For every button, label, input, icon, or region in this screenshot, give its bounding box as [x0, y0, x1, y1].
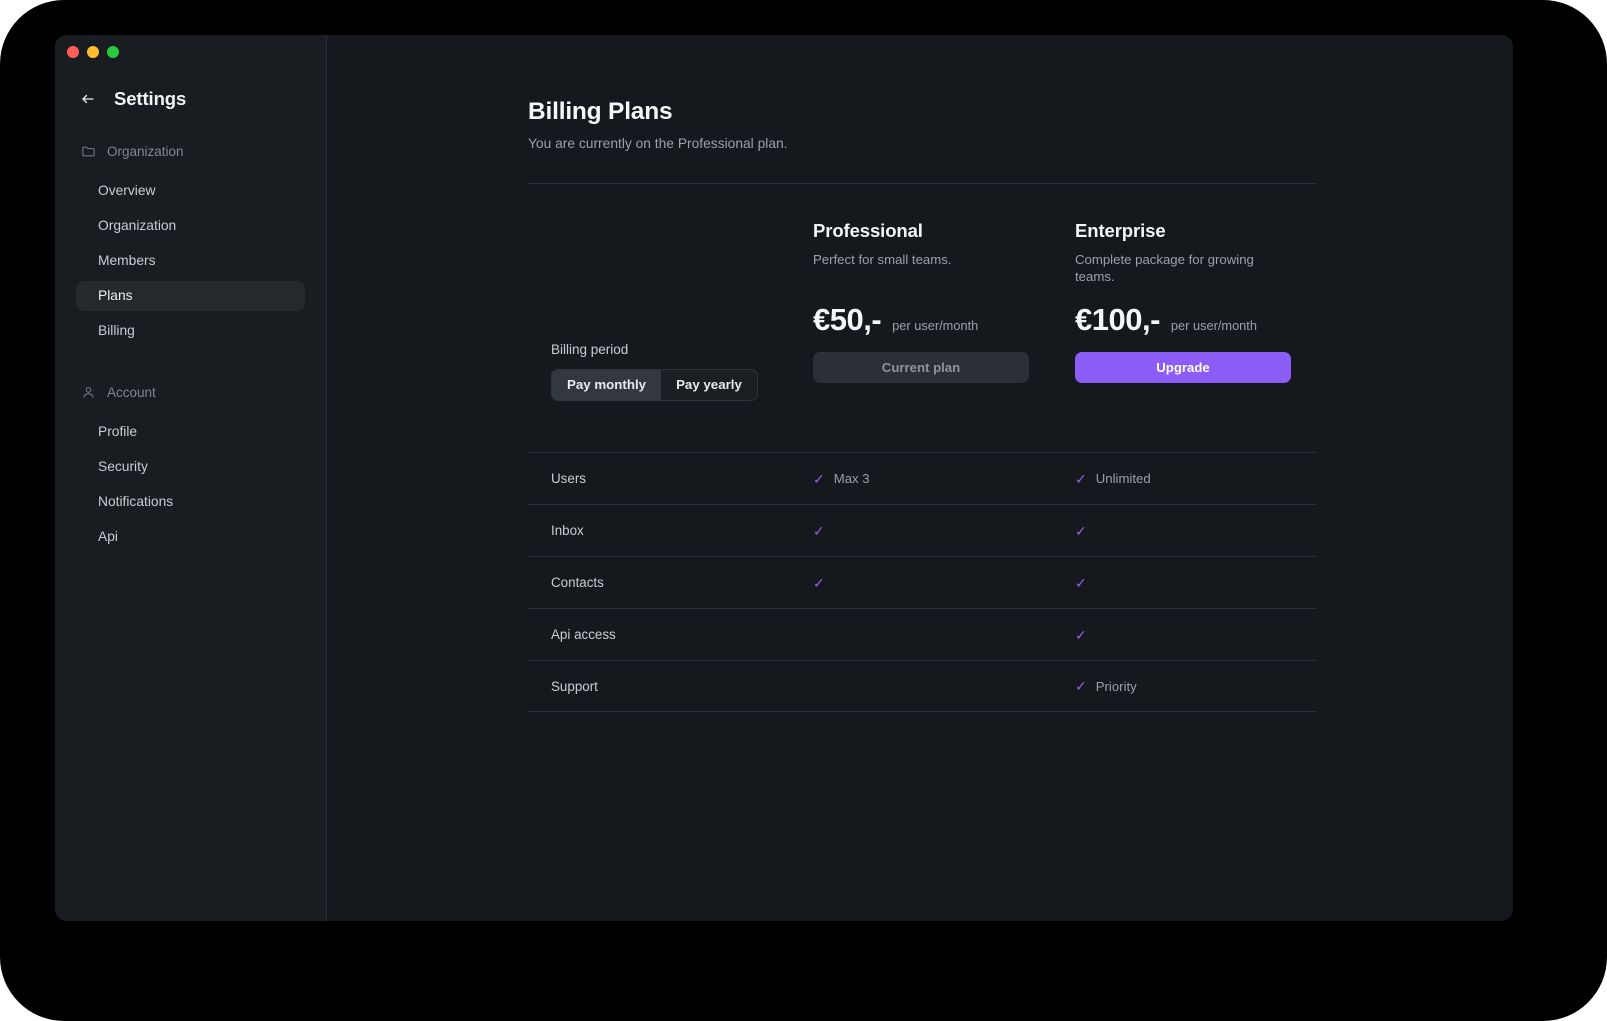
arrow-left-icon[interactable]	[80, 91, 96, 107]
sidebar-item-members[interactable]: Members	[76, 246, 305, 276]
page-title: Billing Plans	[528, 98, 1316, 126]
check-icon: ✓	[1075, 576, 1087, 590]
billing-period-label: Billing period	[528, 342, 813, 357]
plan-price-period: per user/month	[1171, 318, 1257, 333]
nav-group-label: Account	[107, 385, 156, 400]
feature-cell-professional: ✓	[813, 628, 1075, 642]
billing-period-segmented: Pay monthly Pay yearly	[551, 369, 758, 401]
feature-cell-enterprise: ✓	[1075, 576, 1316, 590]
nav-group-header-account: Account	[55, 381, 326, 403]
app-window: Settings Organization Overview Organizat…	[55, 35, 1513, 921]
page-subtitle: You are currently on the Professional pl…	[528, 136, 1316, 151]
plan-description: Perfect for small teams.	[813, 252, 1009, 269]
feature-cell-professional: ✓ Max 3	[813, 471, 1075, 486]
check-icon: ✓	[1075, 472, 1087, 486]
feature-comparison-table: Users ✓ Max 3 ✓ Unlimited Inbox	[528, 452, 1316, 712]
plan-comparison-header: Billing period Pay monthly Pay yearly Pr…	[528, 220, 1316, 436]
billing-plans-page: Billing Plans You are currently on the P…	[528, 98, 1316, 712]
feature-cell-enterprise: ✓ Priority	[1075, 679, 1316, 694]
plan-price: €100,-	[1075, 302, 1160, 338]
sidebar-item-profile[interactable]: Profile	[76, 417, 305, 447]
sidebar-item-security[interactable]: Security	[76, 452, 305, 482]
plan-price-period: per user/month	[892, 318, 978, 333]
settings-title: Settings	[114, 88, 186, 110]
table-row: Users ✓ Max 3 ✓ Unlimited	[528, 452, 1316, 504]
sidebar-item-api[interactable]: Api	[76, 522, 305, 552]
nav-group-header-organization: Organization	[55, 140, 326, 162]
maximize-window-button[interactable]	[107, 46, 119, 58]
feature-name: Api access	[528, 627, 813, 642]
table-row: Support ✓ ✓ Priority	[528, 660, 1316, 712]
feature-value: Unlimited	[1096, 471, 1151, 486]
header-divider	[528, 183, 1316, 184]
pay-monthly-button[interactable]: Pay monthly	[552, 370, 661, 400]
feature-cell-enterprise: ✓ Unlimited	[1075, 471, 1316, 486]
plan-description: Complete package for growing teams.	[1075, 252, 1271, 285]
feature-name: Inbox	[528, 523, 813, 538]
plan-price: €50,-	[813, 302, 881, 338]
check-icon: ✓	[1075, 679, 1087, 693]
billing-period-control: Billing period Pay monthly Pay yearly	[528, 220, 813, 436]
feature-name: Users	[528, 471, 813, 486]
plan-name: Enterprise	[1075, 220, 1316, 242]
pay-yearly-button[interactable]: Pay yearly	[661, 370, 757, 400]
close-window-button[interactable]	[67, 46, 79, 58]
folder-icon	[81, 144, 96, 159]
check-icon: ✓	[813, 576, 825, 590]
feature-cell-enterprise: ✓	[1075, 524, 1316, 538]
plan-column-enterprise: Enterprise Complete package for growing …	[1075, 220, 1316, 436]
feature-cell-professional: ✓	[813, 524, 1075, 538]
sidebar-item-organization[interactable]: Organization	[76, 211, 305, 241]
feature-value: Max 3	[834, 471, 870, 486]
feature-cell-enterprise: ✓	[1075, 628, 1316, 642]
sidebar: Settings Organization Overview Organizat…	[55, 35, 327, 921]
feature-cell-professional: ✓	[813, 679, 1075, 693]
table-row: Inbox ✓ ✓	[528, 504, 1316, 556]
user-icon	[81, 385, 96, 400]
plan-name: Professional	[813, 220, 1075, 242]
current-plan-button[interactable]: Current plan	[813, 352, 1029, 383]
page-backdrop: Settings Organization Overview Organizat…	[0, 0, 1607, 1021]
check-icon: ✓	[1075, 628, 1087, 642]
window-controls	[67, 46, 119, 58]
check-icon: ✓	[813, 472, 825, 486]
nav-group-label: Organization	[107, 144, 184, 159]
nav-group-organization: Organization Overview Organization Membe…	[55, 140, 326, 346]
sidebar-item-plans[interactable]: Plans	[76, 281, 305, 311]
plan-price-row: €50,- per user/month	[813, 302, 978, 338]
feature-name: Contacts	[528, 575, 813, 590]
sidebar-item-billing[interactable]: Billing	[76, 316, 305, 346]
main-content: Billing Plans You are currently on the P…	[327, 35, 1513, 921]
feature-value: Priority	[1096, 679, 1137, 694]
check-icon: ✓	[813, 524, 825, 538]
sidebar-item-notifications[interactable]: Notifications	[76, 487, 305, 517]
upgrade-button[interactable]: Upgrade	[1075, 352, 1291, 383]
plan-column-professional: Professional Perfect for small teams. €5…	[813, 220, 1075, 436]
table-row: Api access ✓ ✓	[528, 608, 1316, 660]
minimize-window-button[interactable]	[87, 46, 99, 58]
sidebar-item-overview[interactable]: Overview	[76, 176, 305, 206]
table-row: Contacts ✓ ✓	[528, 556, 1316, 608]
plan-price-row: €100,- per user/month	[1075, 302, 1257, 338]
feature-cell-professional: ✓	[813, 576, 1075, 590]
settings-header: Settings	[55, 85, 326, 113]
check-icon: ✓	[1075, 524, 1087, 538]
nav-group-account: Account Profile Security Notifications A…	[55, 381, 326, 552]
feature-name: Support	[528, 679, 813, 694]
